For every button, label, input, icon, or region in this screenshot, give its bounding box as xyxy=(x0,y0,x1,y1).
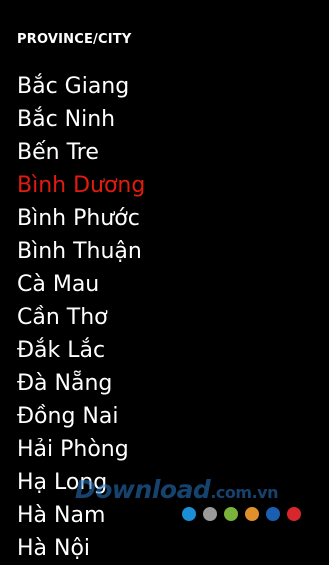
page-title: PROVINCE/CITY xyxy=(17,32,132,47)
city-item[interactable]: Bình Thuận xyxy=(0,235,329,268)
city-item[interactable]: Bình Phước xyxy=(0,202,329,235)
city-item[interactable]: Đắk Lắc xyxy=(0,334,329,367)
city-item[interactable]: Hạ Long xyxy=(0,466,329,499)
city-item[interactable]: Bến Tre xyxy=(0,136,329,169)
city-list: Bắc Giang Bắc Ninh Bến Tre Bình Dương Bì… xyxy=(0,70,329,565)
city-item[interactable]: Hà Nội xyxy=(0,532,329,565)
city-item[interactable]: Cà Mau xyxy=(0,268,329,301)
city-item-selected[interactable]: Bình Dương xyxy=(0,169,329,202)
city-item[interactable]: Bắc Giang xyxy=(0,70,329,103)
city-item[interactable]: Hải Phòng xyxy=(0,433,329,466)
city-item[interactable]: Đà Nẵng xyxy=(0,367,329,400)
city-item[interactable]: Bắc Ninh xyxy=(0,103,329,136)
city-item[interactable]: Hà Nam xyxy=(0,499,329,532)
city-item[interactable]: Cần Thơ xyxy=(0,301,329,334)
city-item[interactable]: Đồng Nai xyxy=(0,400,329,433)
